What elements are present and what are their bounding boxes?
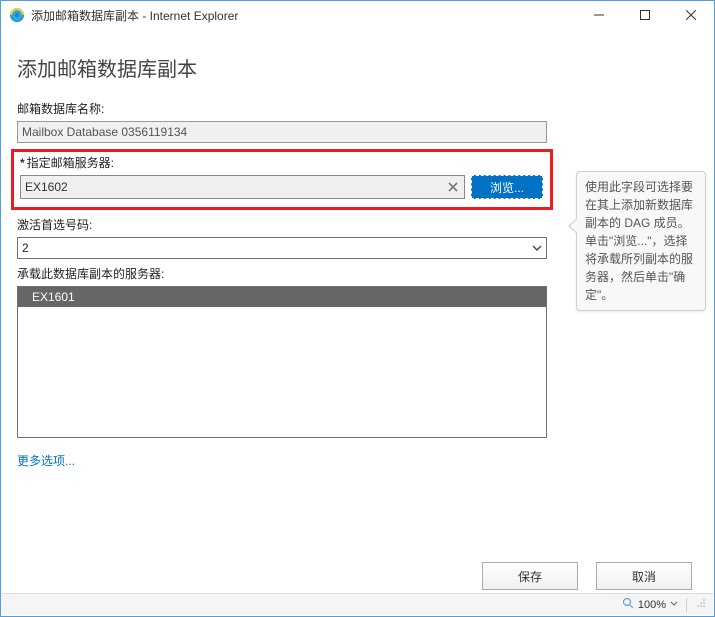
zoom-level[interactable]: 100% xyxy=(638,599,666,611)
window-title: 添加邮箱数据库副本 - Internet Explorer xyxy=(31,7,238,24)
server-label: 指定邮箱服务器: xyxy=(27,156,114,170)
statusbar-separator xyxy=(686,598,687,612)
clear-icon[interactable] xyxy=(442,176,464,198)
highlighted-section: *指定邮箱服务器: 浏览... xyxy=(11,149,553,210)
resize-grip-icon[interactable] xyxy=(695,597,707,612)
dbname-label: 邮箱数据库名称: xyxy=(17,100,698,117)
server-input-wrap[interactable] xyxy=(20,175,465,199)
page-title: 添加邮箱数据库副本 xyxy=(17,53,698,82)
titlebar: 添加邮箱数据库副本 - Internet Explorer xyxy=(1,1,714,29)
browse-button[interactable]: 浏览... xyxy=(471,175,543,199)
required-marker: * xyxy=(20,156,25,170)
server-input[interactable] xyxy=(21,176,442,198)
activation-value: 2 xyxy=(18,238,528,258)
hosts-listbox[interactable]: EX1601 xyxy=(17,286,547,438)
save-button[interactable]: 保存 xyxy=(482,562,578,590)
statusbar: 100% xyxy=(2,593,713,615)
activation-select[interactable]: 2 xyxy=(17,237,547,259)
chevron-down-icon xyxy=(528,238,546,258)
maximize-button[interactable] xyxy=(622,1,668,29)
zoom-dropdown-icon[interactable] xyxy=(670,599,678,611)
dialog-footer: 保存 取消 xyxy=(1,562,714,590)
close-button[interactable] xyxy=(668,1,714,29)
ie-icon xyxy=(9,7,25,23)
list-item[interactable]: EX1601 xyxy=(18,287,546,307)
help-callout: 使用此字段可选择要在其上添加新数据库副本的 DAG 成员。单击"浏览..."，选… xyxy=(576,171,706,311)
more-options-link[interactable]: 更多选项... xyxy=(17,452,75,469)
minimize-button[interactable] xyxy=(576,1,622,29)
dbname-field: Mailbox Database 0356119134 xyxy=(17,121,547,143)
zoom-icon[interactable] xyxy=(622,597,634,612)
cancel-button[interactable]: 取消 xyxy=(596,562,692,590)
